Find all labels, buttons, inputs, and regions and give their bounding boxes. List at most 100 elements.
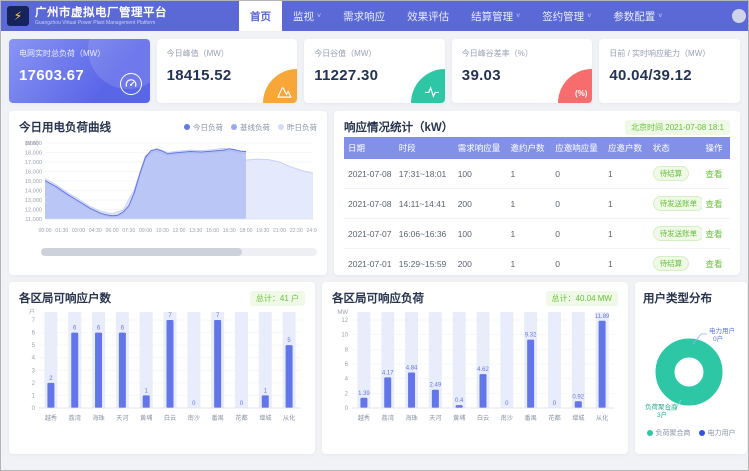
bar-增城[interactable] [575,401,582,408]
load-curve-card: 今日用电负荷曲线 今日负荷基线负荷昨日负荷 11,00012,00013,000… [9,111,327,275]
table-row: 2021-07-0115:29~15:59200101待结算查看 [344,249,730,276]
bar-越秀[interactable] [360,398,367,408]
nav-item-home[interactable]: 首页 [239,1,282,31]
bar-海珠[interactable] [95,333,102,408]
table-row: 2021-07-0716:06~16:36100101待发送账单查看 [344,219,730,249]
x-tick-label: 增城 [259,414,271,422]
bar-天河[interactable] [432,390,439,408]
view-link[interactable]: 查看 [706,259,723,269]
bar-从化[interactable] [599,321,606,408]
x-tick-label: 南沙 [188,414,200,422]
table-cell: 1 [507,219,552,249]
view-link[interactable]: 查看 [706,169,723,179]
bar-海珠[interactable] [408,373,415,408]
donut-ring-aggregator[interactable] [665,348,713,396]
y-tick-label: 0 [32,406,36,412]
bar-番禺[interactable] [214,320,221,408]
x-tick-label: 白云 [164,414,176,422]
status-badge: 待结算 [653,166,690,181]
bar-荔湾[interactable] [71,333,78,408]
bar-value-label: 2.49 [430,383,442,389]
table-cell: 1 [507,159,552,189]
brand: ⚡ 广州市虚拟电厂管理平台 Guangzhou Virtual Power Pl… [1,1,239,31]
nav-item-contract-management[interactable]: 签约管理˅ [531,1,602,31]
legend-item-power-user[interactable]: 电力用户 [699,428,736,438]
user-avatar[interactable] [732,9,746,23]
legend-label: 今日负荷 [193,122,223,133]
nav-item-label: 监视 [293,9,314,24]
bar-黄埔[interactable] [143,395,150,408]
app-title: 广州市虚拟电厂管理平台 [35,7,167,20]
table-cell: 待发送账单 [649,219,702,249]
table-cell: 2021-07-08 [344,189,395,219]
kpi-card-today-valley: 今日谷值（MW）11227.30 [304,39,445,103]
x-tick-label: 黄埔 [140,414,152,422]
table-header-cell: 需求响应量 [454,137,507,159]
y-tick-label: 13,000 [25,198,42,204]
gauge-icon [120,73,142,95]
x-tick-label: 10:30 [156,228,169,234]
y-tick-label: 2 [32,381,36,387]
table-cell: 2021-07-01 [344,249,395,276]
x-tick-label: 19:30 [256,228,269,234]
nav-item-monitor[interactable]: 监视˅ [282,1,332,31]
response-table: 日期时段需求响应量邀约户数应邀响应量应邀户数状态操作 2021-07-0817:… [344,137,730,275]
y-tick-label: 11,000 [25,217,42,223]
nav-item-demand-response[interactable]: 需求响应 [332,1,396,31]
table-row: 2021-07-0817:31~18:01100101待结算查看 [344,159,730,189]
legend-item-基线负荷[interactable]: 基线负荷 [231,122,270,133]
kpi-label: 今日峰值（MW） [167,48,288,59]
bar-荔湾[interactable] [384,377,391,408]
y-tick-label: 17,000 [25,160,42,166]
load-curve-chart: 11,00012,00013,00014,00015,00016,00017,0… [19,137,317,241]
nav-item-effect-evaluation[interactable]: 效果评估 [396,1,460,31]
legend-dot [231,124,237,130]
bar-白云[interactable] [167,320,174,408]
x-tick-label: 越秀 [358,414,370,422]
legend-item-昨日负荷[interactable]: 昨日负荷 [278,122,317,133]
y-tick-label: 12 [341,318,348,324]
nav-item-parameter-config[interactable]: 参数配置˅ [602,1,673,31]
bar-backdrop [187,312,200,408]
load-curve-legend: 今日负荷基线负荷昨日负荷 [184,122,317,133]
view-link[interactable]: 查看 [706,229,723,239]
bar-白云[interactable] [480,374,487,408]
bar-越秀[interactable] [47,383,54,408]
nav-item-label: 效果评估 [407,9,449,24]
bar-value-label: 4.84 [406,366,418,372]
table-cell: 1 [604,189,649,219]
legend-item-aggregator[interactable]: 负荷聚合商 [647,428,691,438]
view-link[interactable]: 查看 [706,199,723,209]
middle-row: 今日用电负荷曲线 今日负荷基线负荷昨日负荷 11,00012,00013,000… [9,111,740,275]
legend-label: 电力用户 [708,428,736,438]
bar-backdrop [235,312,248,408]
app-subtitle: Guangzhou Virtual Power Plant Management… [35,20,167,26]
x-tick-label: 00:00 [39,228,52,234]
y-axis-unit: 户 [29,308,35,316]
y-tick-label: 12,000 [25,208,42,214]
x-tick-label: 从化 [596,414,608,422]
x-tick-label: 06:00 [106,228,119,234]
bar-从化[interactable] [286,345,293,408]
table-cell: 200 [454,249,507,276]
table-cell: 1 [604,249,649,276]
chevron-down-icon: ˅ [587,13,591,20]
main-nav: 首页监视˅需求响应效果评估结算管理˅签约管理˅参数配置˅ [239,1,732,31]
bar-番禺[interactable] [527,340,534,408]
y-tick-label: 5 [32,343,36,349]
x-tick-label: 24:00 [307,228,317,234]
kpi-value: 40.04/39.12 [609,67,730,84]
x-tick-label: 黄埔 [453,414,465,422]
table-cell: 2021-07-08 [344,159,395,189]
chart-zoom-slider[interactable] [41,248,317,256]
bar-黄埔[interactable] [456,405,463,408]
legend-dot [184,124,190,130]
kpi-label: 日前 / 实时响应能力（MW） [609,48,730,59]
series-area-今日负荷 [45,149,246,219]
y-tick-label: 15,000 [25,179,42,185]
bar-天河[interactable] [119,333,126,408]
table-cell: 14:11~14:41 [395,189,454,219]
bar-增城[interactable] [262,395,269,408]
nav-item-settlement-management[interactable]: 结算管理˅ [460,1,531,31]
legend-item-今日负荷[interactable]: 今日负荷 [184,122,223,133]
